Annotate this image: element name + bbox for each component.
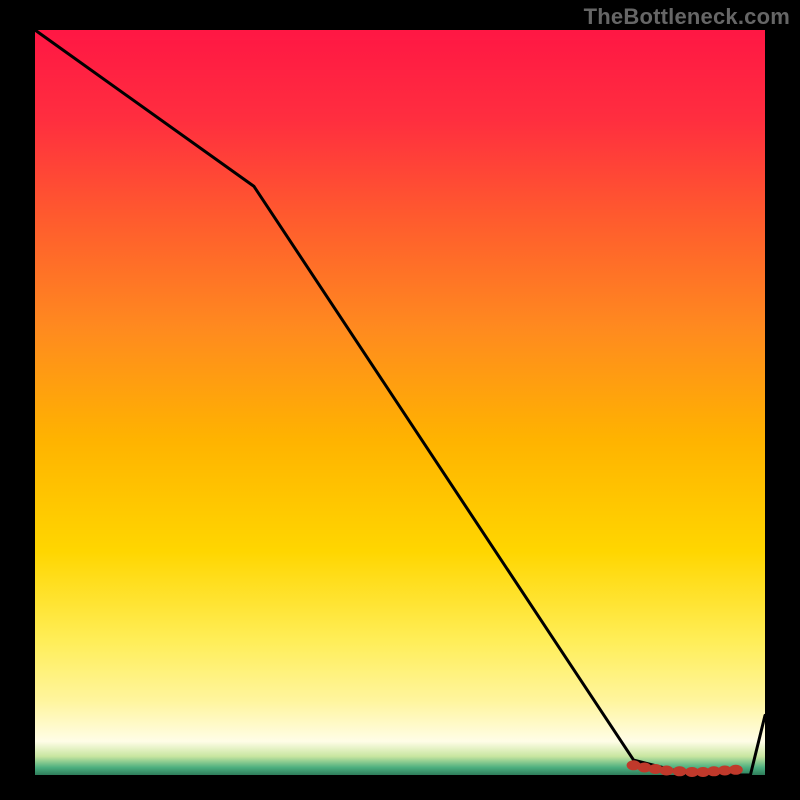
marker-dot <box>729 765 743 775</box>
plot-background <box>35 30 765 775</box>
marker-dot <box>673 766 687 776</box>
marker-dot <box>660 766 674 776</box>
chart-canvas <box>0 0 800 800</box>
chart-frame: { "watermark": "TheBottleneck.com", "gra… <box>0 0 800 800</box>
watermark-text: TheBottleneck.com <box>584 4 790 30</box>
